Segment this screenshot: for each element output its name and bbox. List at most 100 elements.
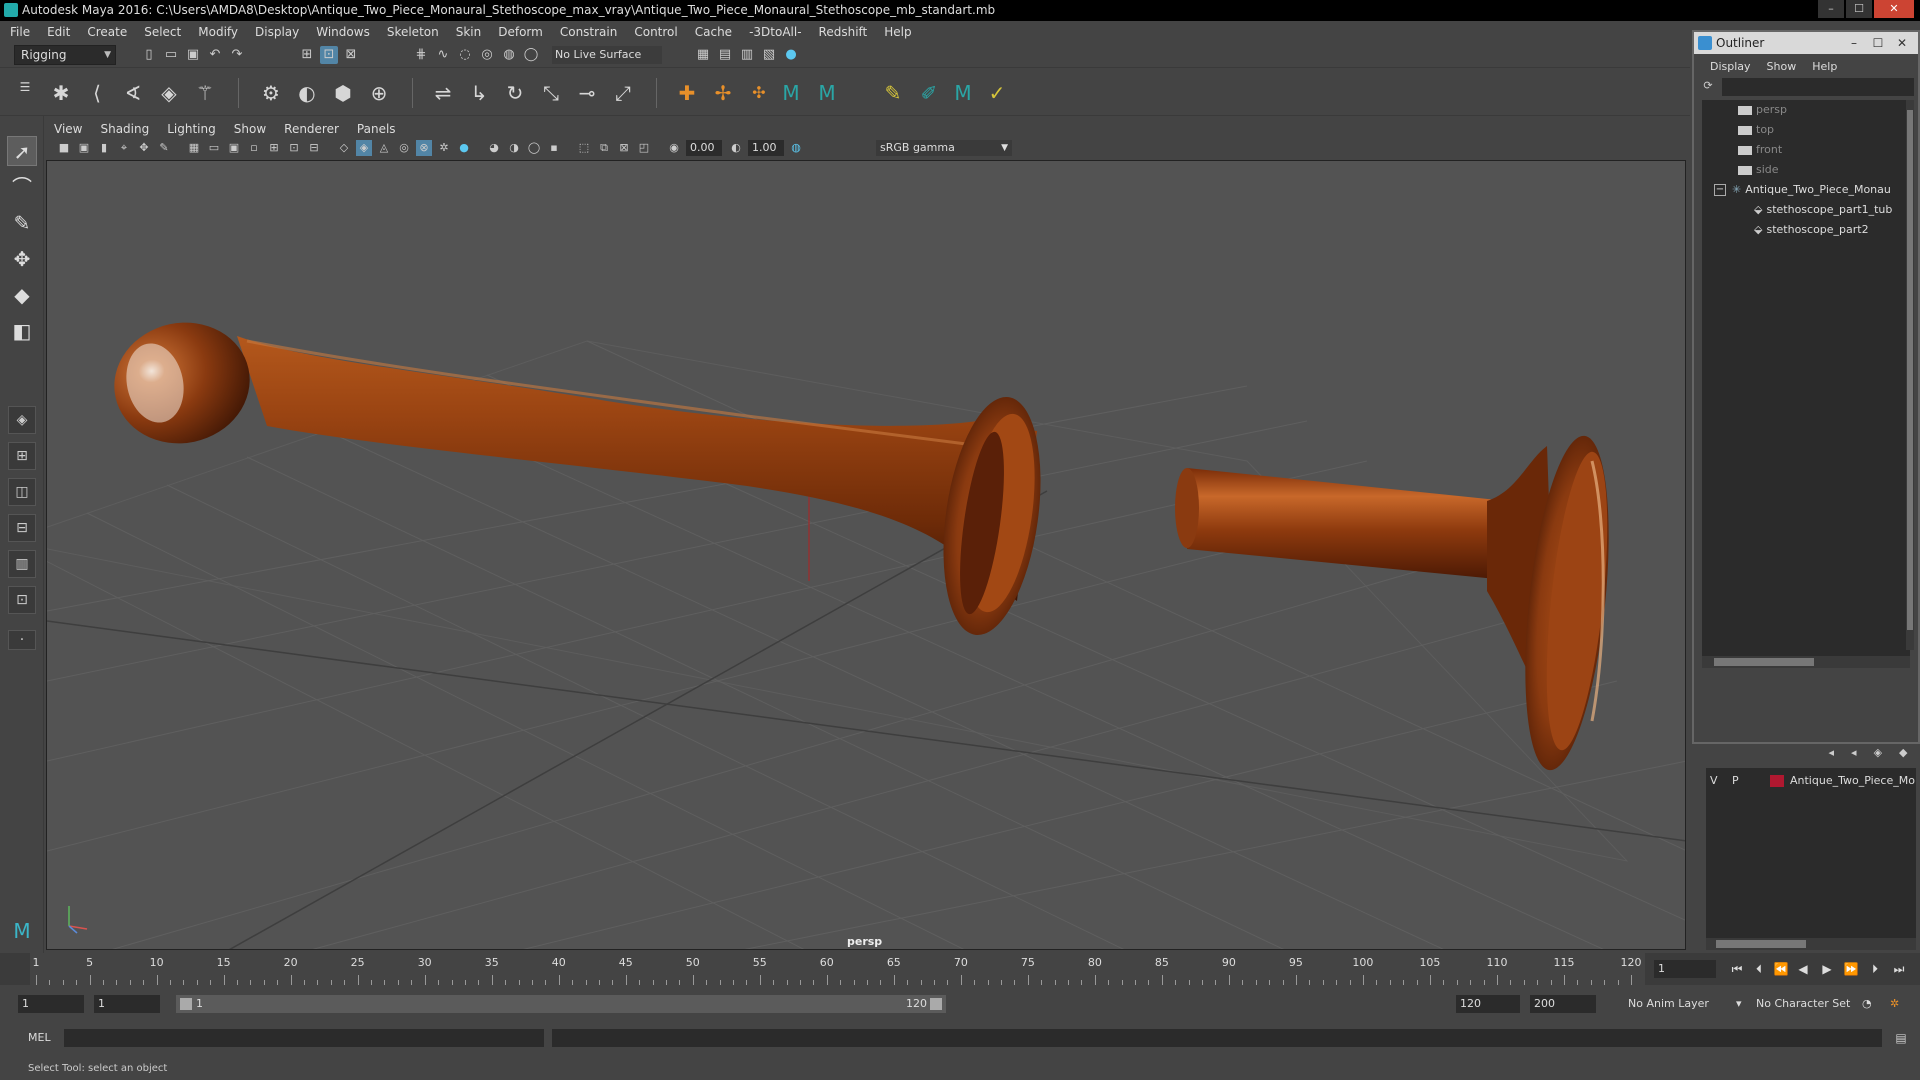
- gate-mask-icon[interactable]: ▫: [246, 140, 262, 156]
- menu-cache[interactable]: Cache: [695, 25, 732, 39]
- menu-file[interactable]: File: [10, 25, 30, 39]
- isolate-select-icon[interactable]: ▪: [546, 140, 562, 156]
- grid-toggle-icon[interactable]: ▦: [186, 140, 202, 156]
- layer-visibility-toggle[interactable]: V: [1710, 772, 1718, 790]
- layer-color-swatch[interactable]: [1770, 775, 1784, 787]
- camera-attributes-icon[interactable]: ■: [56, 140, 72, 156]
- parent-constraint-icon[interactable]: ⇌: [430, 80, 456, 106]
- panel-menu-renderer[interactable]: Renderer: [284, 122, 339, 136]
- pole-vector-icon[interactable]: ⤢: [610, 80, 636, 106]
- move-layer-up-icon[interactable]: ◂: [1829, 746, 1835, 762]
- outliner-item-top[interactable]: top: [1702, 120, 1910, 140]
- bookmark-icon[interactable]: ▮: [96, 140, 112, 156]
- menu-edit[interactable]: Edit: [47, 25, 70, 39]
- viewport-persp[interactable]: persp: [46, 160, 1686, 950]
- select-by-hierarchy-icon[interactable]: ⊞: [298, 46, 316, 64]
- scale-constraint-icon[interactable]: ⤡: [538, 80, 564, 106]
- step-back-frame-icon[interactable]: ⏴: [1750, 960, 1768, 978]
- shelf-menu-icon[interactable]: ☰: [12, 74, 38, 100]
- save-scene-icon[interactable]: ▣: [184, 46, 202, 64]
- xray-joints-icon[interactable]: ⧉: [596, 140, 612, 156]
- range-start-handle[interactable]: [180, 998, 192, 1010]
- insert-joint-icon[interactable]: ◈: [156, 80, 182, 106]
- joint-tool-icon[interactable]: ✱: [48, 80, 74, 106]
- controller-icon[interactable]: ✣: [746, 80, 772, 106]
- view-transform-dropdown[interactable]: sRGB gamma ▼: [876, 140, 1012, 156]
- script-editor-icon[interactable]: ▤: [1892, 1029, 1910, 1047]
- select-tool-icon[interactable]: ➚: [7, 136, 37, 166]
- safe-title-icon[interactable]: ⊟: [306, 140, 322, 156]
- render-view-icon[interactable]: ▦: [694, 46, 712, 64]
- anti-aliasing-icon[interactable]: ◑: [506, 140, 522, 156]
- snap-live-icon[interactable]: ◯: [522, 46, 540, 64]
- animation-end-field[interactable]: 200: [1530, 995, 1596, 1013]
- lasso-tool-icon[interactable]: ⌒: [7, 172, 37, 202]
- menu-redshift[interactable]: Redshift: [819, 25, 868, 39]
- image-plane-icon[interactable]: ⌖: [116, 140, 132, 156]
- stethoscope-part2[interactable]: [1175, 432, 1622, 774]
- render-settings-icon[interactable]: ▧: [760, 46, 778, 64]
- bind-skin-icon[interactable]: ⚙: [258, 80, 284, 106]
- outliner-menu-show[interactable]: Show: [1767, 60, 1797, 73]
- wireframe-on-shaded-icon[interactable]: ◬: [376, 140, 392, 156]
- field-chart-icon[interactable]: ⊞: [266, 140, 282, 156]
- wireframe-icon[interactable]: ◇: [336, 140, 352, 156]
- exposure-field[interactable]: 0.00: [686, 140, 722, 156]
- film-gate-icon[interactable]: ▭: [206, 140, 222, 156]
- menu-select[interactable]: Select: [144, 25, 181, 39]
- grease-pencil-icon[interactable]: ✎: [156, 140, 172, 156]
- cluster-icon[interactable]: ⊕: [366, 80, 392, 106]
- collapse-icon[interactable]: −: [1714, 184, 1726, 196]
- menu-constrain[interactable]: Constrain: [560, 25, 618, 39]
- outliner-item-part2[interactable]: ⬙ stethoscope_part2: [1702, 220, 1910, 240]
- menu-create[interactable]: Create: [87, 25, 127, 39]
- play-backwards-icon[interactable]: ◀: [1794, 960, 1812, 978]
- lattice-icon[interactable]: ⬢: [330, 80, 356, 106]
- ipr-render-icon[interactable]: ▥: [738, 46, 756, 64]
- color-management-icon[interactable]: ◍: [788, 140, 804, 156]
- menu-skeleton[interactable]: Skeleton: [387, 25, 439, 39]
- outliner-item-side[interactable]: side: [1702, 160, 1910, 180]
- backface-culling-icon[interactable]: ◰: [636, 140, 652, 156]
- auto-key-icon[interactable]: ◔: [1862, 995, 1872, 1013]
- character-set-dropdown[interactable]: No Character Set: [1756, 995, 1850, 1013]
- current-frame-field[interactable]: 1: [1654, 960, 1716, 978]
- skeleton-icon[interactable]: ⚚: [192, 80, 218, 106]
- redo-icon[interactable]: ↷: [228, 46, 246, 64]
- textured-icon[interactable]: ◎: [396, 140, 412, 156]
- gamma-icon[interactable]: ◐: [728, 140, 744, 156]
- outliner-item-persp[interactable]: persp: [1702, 100, 1910, 120]
- menu-help[interactable]: Help: [884, 25, 911, 39]
- single-view-layout-icon[interactable]: ◈: [8, 406, 36, 434]
- shadows-icon[interactable]: ✲: [436, 140, 452, 156]
- maya-script-icon-3[interactable]: M: [950, 80, 976, 106]
- step-forward-key-icon[interactable]: ⏩: [1842, 960, 1860, 978]
- outliner-close-button[interactable]: ✕: [1890, 32, 1914, 54]
- layer-row[interactable]: V P Antique_Two_Piece_Mo: [1706, 772, 1916, 790]
- hypershade-icon[interactable]: ●: [782, 46, 800, 64]
- scale-tool-icon[interactable]: ◧: [7, 316, 37, 346]
- select-by-object-icon[interactable]: ⊡: [320, 46, 338, 64]
- snap-surface-icon[interactable]: ◍: [500, 46, 518, 64]
- outliner-minimize-button[interactable]: –: [1842, 32, 1866, 54]
- use-all-lights-icon[interactable]: ⊗: [416, 140, 432, 156]
- step-forward-frame-icon[interactable]: ⏵: [1866, 960, 1884, 978]
- menu-3dtoall[interactable]: -3DtoAll-: [749, 25, 801, 39]
- brush-tool-icon[interactable]: ✐: [916, 80, 942, 106]
- exposure-icon[interactable]: ◉: [666, 140, 682, 156]
- scroll-thumb[interactable]: [1714, 658, 1814, 666]
- paint-tool-icon[interactable]: ✎: [880, 80, 906, 106]
- outliner-item-group[interactable]: − ✳ Antique_Two_Piece_Monau: [1702, 180, 1910, 200]
- gamma-field[interactable]: 1.00: [748, 140, 784, 156]
- outliner-vertical-scrollbar[interactable]: [1906, 100, 1914, 650]
- xray-icon[interactable]: ⬚: [576, 140, 592, 156]
- point-constraint-icon[interactable]: ↳: [466, 80, 492, 106]
- play-forwards-icon[interactable]: ▶: [1818, 960, 1836, 978]
- outliner-item-front[interactable]: front: [1702, 140, 1910, 160]
- select-by-component-icon[interactable]: ⊠: [342, 46, 360, 64]
- menu-set-dropdown[interactable]: Rigging ▼: [14, 45, 116, 65]
- panel-menu-shading[interactable]: Shading: [100, 122, 149, 136]
- go-to-start-icon[interactable]: ⏮: [1728, 960, 1746, 978]
- maximize-button[interactable]: ☐: [1846, 0, 1872, 18]
- panel-menu-show[interactable]: Show: [234, 122, 266, 136]
